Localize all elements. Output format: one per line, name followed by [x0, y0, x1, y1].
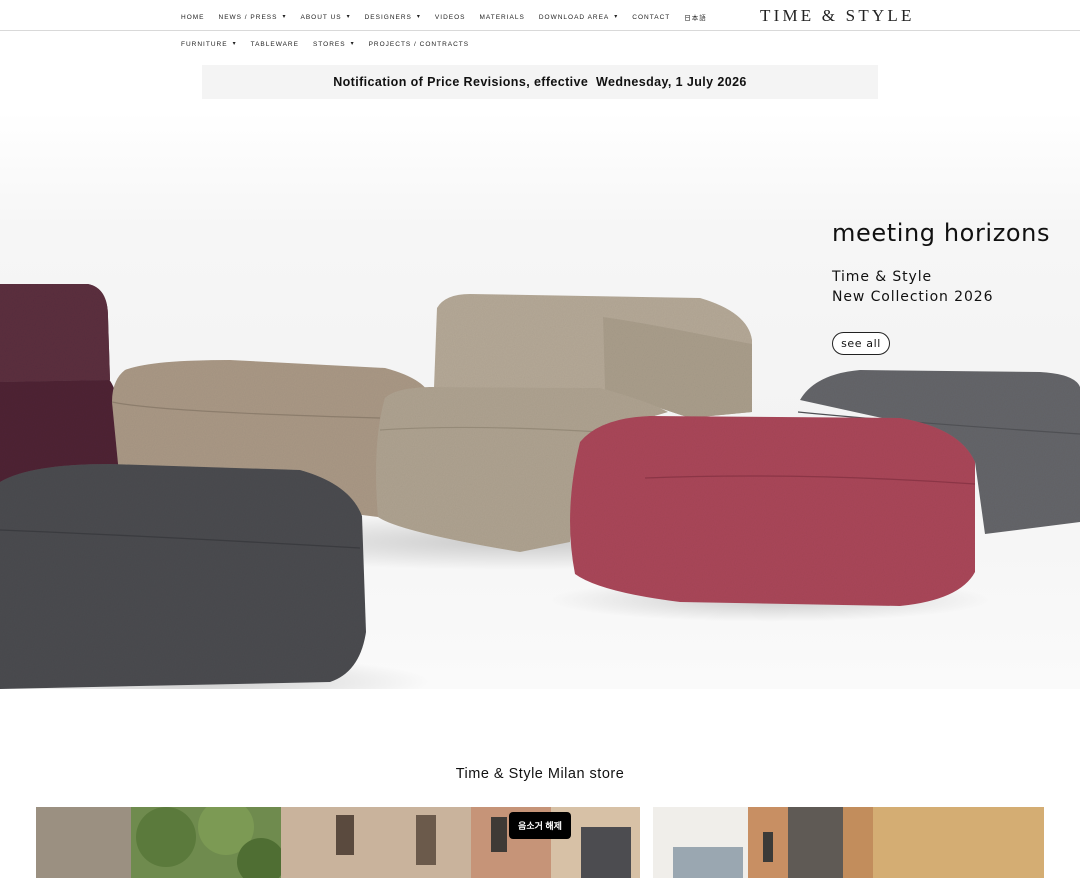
nav-item-designers[interactable]: DESIGNERS ▾ [365, 12, 421, 22]
nav-label: HOME [181, 13, 205, 21]
nav-item-stores[interactable]: STORES ▾ [313, 41, 355, 48]
secondary-nav: FURNITURE ▾ TABLEWARE STORES ▾ PROJECTS / CON… [181, 41, 483, 48]
nav-label: VIDEOS [434, 13, 466, 21]
unmute-button[interactable]: 음소거 해제 [509, 812, 571, 839]
nav-item-projects-contracts[interactable]: PROJECTS / CONTRACTS [369, 41, 470, 48]
nav-label: PROJECTS / CONTRACTS [368, 41, 470, 48]
chevron-down-icon: ▾ [282, 13, 287, 20]
site-header: HOME NEWS / PRESS ▾ ABOUT US ▾ DESIGNERS ▾ VIDE… [0, 0, 1080, 31]
price-revision-notice[interactable]: Notification of Price Revisions, effecti… [202, 65, 878, 99]
nav-label: 日本語 [684, 15, 707, 22]
nav-item-about-us[interactable]: ABOUT US ▾ [300, 12, 350, 22]
hero-banner[interactable]: meeting horizons Time & Style New Collec… [0, 112, 1080, 689]
see-all-button[interactable]: see all [832, 332, 890, 355]
nav-label: DESIGNERS [364, 13, 412, 21]
nav-item-materials[interactable]: MATERIALS [479, 12, 524, 22]
chevron-down-icon: ▾ [350, 41, 355, 47]
store-section-title: Time & Style Milan store [455, 766, 625, 782]
nav-label: STORES [312, 41, 346, 48]
nav-item-tableware[interactable]: TABLEWARE [251, 41, 299, 48]
nav-label: FURNITURE [181, 41, 228, 48]
hero-title: meeting horizons [832, 219, 1051, 247]
nav-label: MATERIALS [479, 13, 525, 21]
chevron-down-icon: ▾ [614, 13, 619, 20]
raspberry-pouf [570, 416, 976, 606]
hero-collection-line: New Collection 2026 [832, 289, 994, 305]
nav-label: NEWS / PRESS [218, 13, 278, 21]
nav-item-videos[interactable]: VIDEOS [435, 12, 466, 22]
nav-label: CONTACT [632, 13, 671, 21]
sofa-collection-image [0, 284, 1080, 689]
charcoal-pouf [0, 464, 366, 689]
nav-label: TABLEWARE [250, 41, 299, 48]
nav-item-download-area[interactable]: DOWNLOAD AREA ▾ [539, 12, 618, 22]
nav-label: ABOUT US [300, 13, 342, 21]
chevron-down-icon: ▾ [232, 41, 237, 47]
nav-label: DOWNLOAD AREA [538, 13, 610, 21]
site-logo[interactable]: TIME & STYLE [760, 6, 915, 26]
chevron-down-icon: ▾ [346, 13, 351, 20]
nav-item-日本語[interactable]: 日本語 [684, 12, 707, 22]
hero-brand-line: Time & Style [832, 269, 933, 285]
milan-store-photo-right[interactable] [653, 807, 1044, 878]
nav-item-news-press[interactable]: NEWS / PRESS ▾ [219, 12, 287, 22]
chevron-down-icon: ▾ [416, 13, 421, 20]
nav-item-furniture[interactable]: FURNITURE ▾ [181, 41, 237, 48]
nav-item-contact[interactable]: CONTACT [632, 12, 670, 22]
primary-nav: HOME NEWS / PRESS ▾ ABOUT US ▾ DESIGNERS ▾ VIDE… [181, 12, 721, 23]
plum-sofa-module [0, 284, 123, 484]
nav-item-home[interactable]: HOME [181, 12, 205, 22]
